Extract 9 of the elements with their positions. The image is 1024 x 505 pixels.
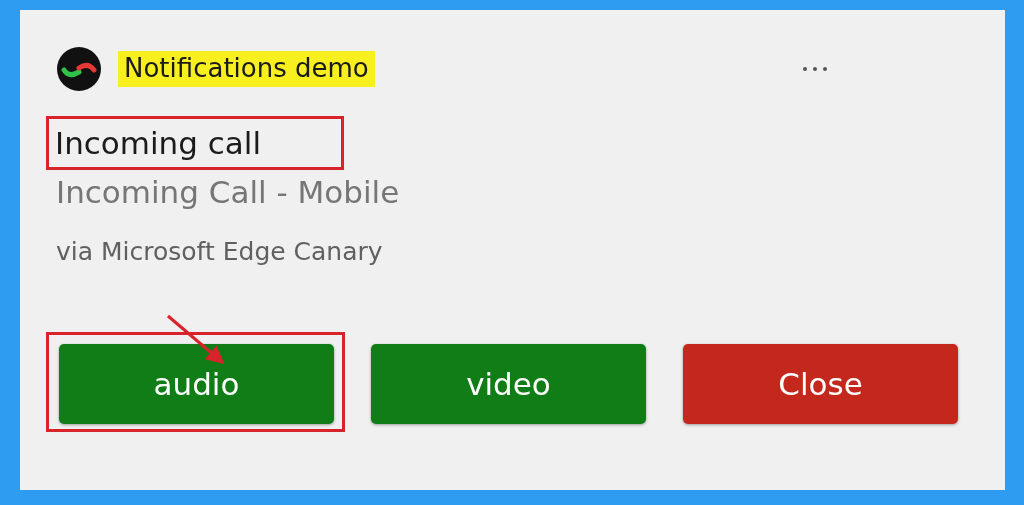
app-name: Notifications demo (118, 51, 375, 87)
action-button[interactable]: Close (683, 344, 958, 425)
notification-title: Incoming call (55, 124, 262, 163)
app-icon (56, 46, 102, 92)
action-button[interactable]: audio (59, 344, 334, 425)
more-options-icon[interactable] (801, 65, 829, 73)
notification-body: Incoming Call - Mobile (56, 173, 401, 213)
notification-source: via Microsoft Edge Canary (56, 235, 384, 268)
action-button[interactable]: video (371, 344, 646, 425)
